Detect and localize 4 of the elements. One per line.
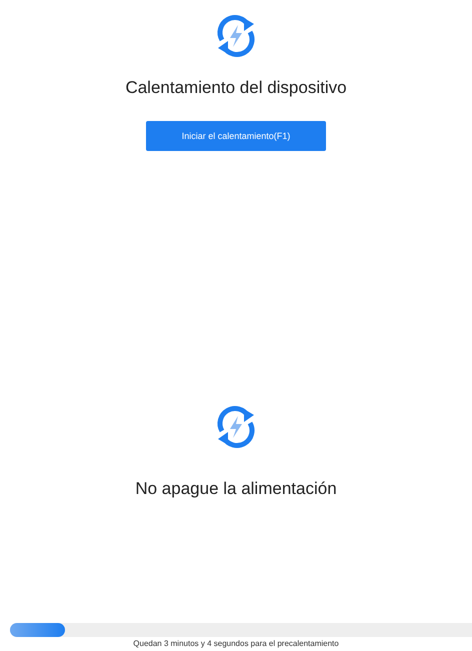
start-warmup-button[interactable]: Iniciar el calentamiento(F1) <box>146 121 326 151</box>
page-title: Calentamiento del dispositivo <box>125 78 347 98</box>
warning-message: No apague la alimentación <box>135 479 337 499</box>
time-remaining-text: Quedan 3 minutos y 4 segundos para el precalentamiento <box>133 639 339 648</box>
